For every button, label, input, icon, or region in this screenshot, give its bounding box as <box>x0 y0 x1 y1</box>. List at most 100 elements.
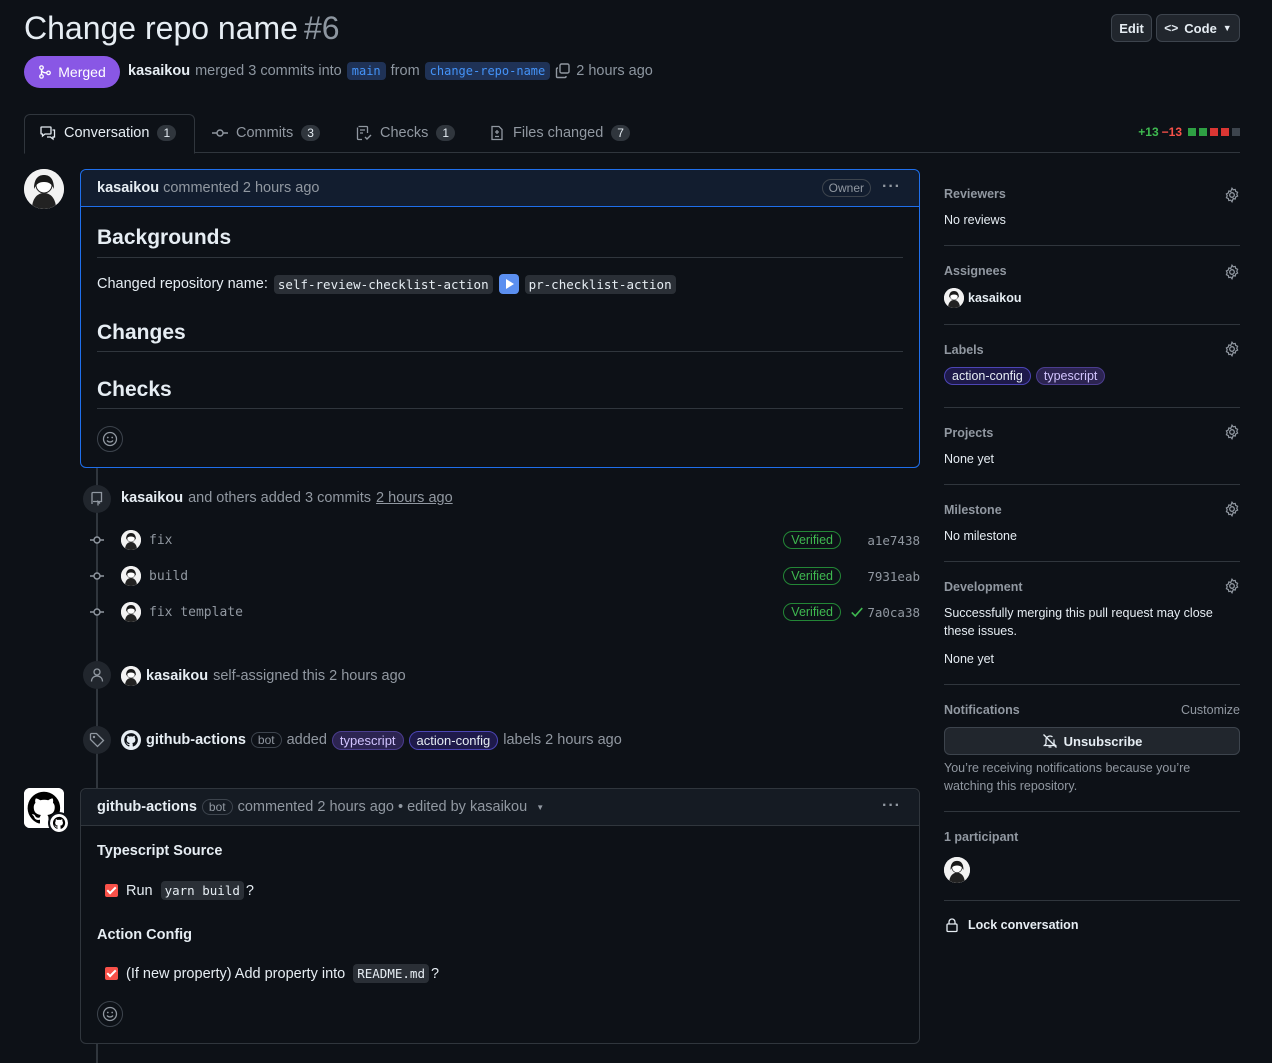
copy-icon[interactable] <box>555 63 571 79</box>
changed-name-line: Changed repository name: self-review-che… <box>97 274 676 294</box>
gear-icon[interactable] <box>1224 424 1240 440</box>
kebab-horizontal-icon[interactable]: ··· <box>882 797 901 815</box>
tab-checks-label: Checks <box>380 125 429 141</box>
commit-sha[interactable]: a1e7438 <box>867 533 920 548</box>
label-suffix-text: labels 2 hours ago <box>503 732 622 748</box>
commit-message[interactable]: fix template <box>149 605 243 620</box>
sidebar-development-title[interactable]: Development <box>944 580 1023 594</box>
task-item: Run yarn build ? <box>105 881 254 900</box>
timeline-badge <box>83 726 111 754</box>
heading-divider <box>97 257 903 258</box>
avatar[interactable] <box>121 566 141 586</box>
tab-checks[interactable]: Checks 1 <box>356 125 456 141</box>
sidebar-participants-title: 1 participant <box>944 830 1019 844</box>
tab-commits-count: 3 <box>301 125 320 141</box>
gear-icon[interactable] <box>1224 341 1240 357</box>
base-branch[interactable]: main <box>346 62 386 80</box>
commit-sha[interactable]: 7a0ca38 <box>867 605 920 620</box>
label-action-config[interactable]: action-config <box>408 730 499 750</box>
commit-icon <box>212 129 228 137</box>
gear-icon[interactable] <box>1224 187 1240 203</box>
label-typescript[interactable]: typescript <box>1035 367 1106 385</box>
timeline-badge <box>83 485 111 513</box>
tab-commits[interactable]: Commits 3 <box>212 125 320 141</box>
diffstat-block-neutral <box>1232 128 1240 136</box>
task-checkbox[interactable] <box>105 967 118 980</box>
pr-meta: kasaikou merged 3 commits into main from… <box>128 62 653 80</box>
sidebar-assignee-link[interactable]: kasaikou <box>968 291 1022 305</box>
avatar[interactable] <box>24 169 64 209</box>
label-event-author[interactable]: github-actions <box>146 732 246 748</box>
avatar-image <box>24 169 64 209</box>
label-typescript[interactable]: typescript <box>331 730 404 750</box>
repo-push-icon <box>91 491 103 506</box>
sidebar-milestone-title[interactable]: Milestone <box>944 503 1002 517</box>
pr-title-text: Change repo name <box>24 10 298 46</box>
customize-link[interactable]: Customize <box>1181 703 1240 717</box>
comment-author[interactable]: github-actions <box>97 799 197 815</box>
comment-action[interactable]: commented 2 hours ago • edited by kasaik… <box>238 799 528 815</box>
add-reaction-button[interactable] <box>97 1001 123 1027</box>
check-icon[interactable] <box>850 605 864 619</box>
commits-time-link[interactable]: 2 hours ago <box>376 490 453 506</box>
label-action-config[interactable]: action-config <box>944 367 1031 385</box>
comment-author[interactable]: kasaikou <box>97 180 159 196</box>
comment-box: github-actions bot commented 2 hours ago… <box>80 788 920 1044</box>
github-mark-icon[interactable] <box>121 730 141 750</box>
task-text: ? <box>430 965 440 982</box>
sidebar-divider <box>944 900 1240 901</box>
avatar[interactable] <box>944 857 970 883</box>
assign-author[interactable]: kasaikou <box>146 668 208 684</box>
timeline-badge <box>83 661 111 689</box>
caret-down-icon[interactable]: ▼ <box>536 803 544 812</box>
commit-message[interactable]: fix <box>149 533 172 548</box>
tab-files-changed-count: 7 <box>611 125 630 141</box>
notifications-reason: watching this repository. <box>944 779 1078 793</box>
verified-badge[interactable]: Verified <box>783 531 841 549</box>
play-arrow-emoji-icon <box>498 274 519 294</box>
code-button[interactable]: <> Code ▼ <box>1156 14 1240 42</box>
commits-author[interactable]: kasaikou <box>121 490 183 506</box>
avatar[interactable] <box>121 666 141 686</box>
merge-icon <box>39 65 52 79</box>
sidebar-projects-title[interactable]: Projects <box>944 426 993 440</box>
bot-badge: bot <box>201 799 233 815</box>
sidebar-assignees-title[interactable]: Assignees <box>944 264 1007 278</box>
tab-files-changed[interactable]: Files changed 7 <box>489 125 630 141</box>
unsubscribe-button[interactable]: Unsubscribe <box>944 727 1240 755</box>
comment-discussion-icon <box>40 126 56 141</box>
commit-sha[interactable]: 7931eab <box>867 569 920 584</box>
commit-row: fix template Verified 7a0ca38 <box>90 601 920 623</box>
tab-conversation[interactable]: Conversation 1 <box>40 125 177 141</box>
task-text: Run <box>126 882 153 899</box>
sidebar-divider <box>944 324 1240 325</box>
verified-badge[interactable]: Verified <box>783 567 841 585</box>
avatar[interactable] <box>121 530 141 550</box>
kebab-horizontal-icon[interactable]: ··· <box>882 178 901 196</box>
checklist-icon <box>356 125 372 141</box>
pr-author-link[interactable]: kasaikou <box>128 63 190 79</box>
add-reaction-button[interactable] <box>97 426 123 452</box>
diffstat-block-add <box>1188 128 1196 136</box>
verified-badge[interactable]: Verified <box>783 603 841 621</box>
edit-button[interactable]: Edit <box>1111 14 1152 42</box>
gear-icon[interactable] <box>1224 264 1240 280</box>
pr-title: Change repo name #6 <box>24 10 340 47</box>
sidebar-labels-title[interactable]: Labels <box>944 343 984 357</box>
sidebar-reviewers-title[interactable]: Reviewers <box>944 187 1006 201</box>
avatar <box>48 812 70 834</box>
avatar[interactable] <box>121 602 141 622</box>
gear-icon[interactable] <box>1224 578 1240 594</box>
lock-conversation-link[interactable]: Lock conversation <box>944 917 1078 933</box>
head-branch[interactable]: change-repo-name <box>424 62 551 80</box>
task-checkbox[interactable] <box>105 884 118 897</box>
avatar[interactable] <box>944 288 964 308</box>
caret-down-icon: ▼ <box>1222 23 1232 33</box>
gear-icon[interactable] <box>1224 501 1240 517</box>
task-text: (If new property) Add property into <box>126 965 346 982</box>
comment-action: commented 2 hours ago <box>163 180 320 196</box>
person-icon <box>90 668 104 682</box>
diffstat: +13 −13 <box>1138 125 1240 139</box>
sidebar-divider <box>944 811 1240 812</box>
commit-message[interactable]: build <box>149 569 188 584</box>
